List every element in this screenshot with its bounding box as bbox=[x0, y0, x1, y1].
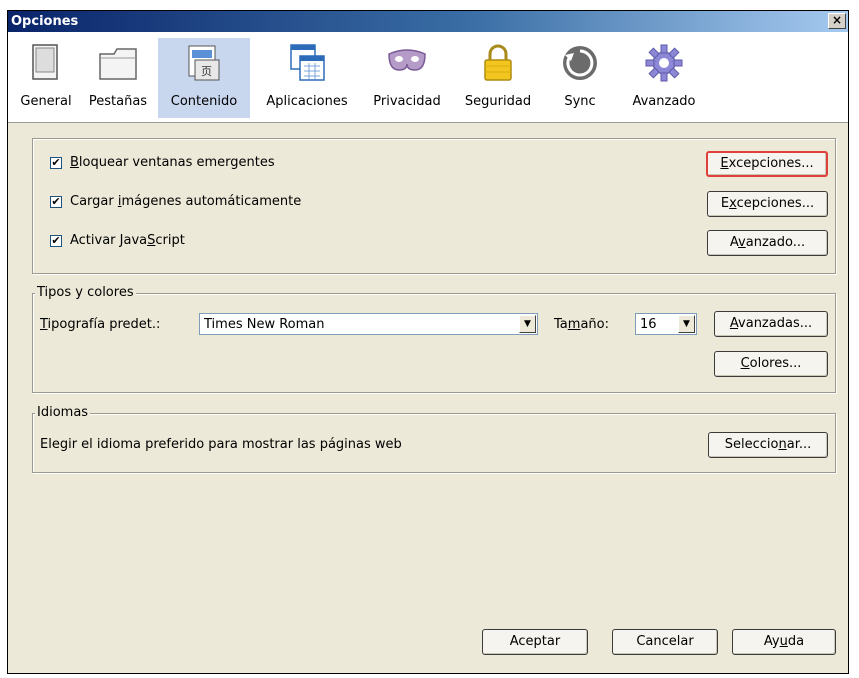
privacy-mask-icon bbox=[388, 49, 426, 71]
javascript-advanced-button[interactable]: Avanzado... bbox=[707, 230, 828, 256]
load-images-checkbox[interactable]: ✔ bbox=[50, 196, 62, 208]
colors-button[interactable]: Colores... bbox=[714, 351, 828, 377]
tab-label: Avanzado bbox=[632, 94, 696, 109]
image-exceptions-button[interactable]: Excepciones... bbox=[707, 191, 828, 217]
block-popups-label: Bloquear ventanas emergentes bbox=[70, 155, 275, 170]
general-icon bbox=[32, 44, 58, 80]
category-toolbar: General Pestañas 页 Contenido Aplicacione… bbox=[8, 32, 848, 123]
padlock-icon bbox=[484, 44, 512, 81]
tab-label: Aplicaciones bbox=[266, 94, 348, 109]
tabs-icon bbox=[99, 48, 137, 80]
tab-content[interactable]: 页 Contenido bbox=[158, 38, 250, 118]
tab-label: Contenido bbox=[170, 94, 238, 109]
window-title: Opciones bbox=[11, 14, 79, 29]
cancel-button[interactable]: Cancelar bbox=[612, 629, 718, 655]
sync-icon bbox=[563, 46, 597, 80]
tab-label: Pestañas bbox=[88, 94, 148, 109]
options-dialog: Opciones × General Pestañas 页 Contenido … bbox=[7, 10, 849, 674]
fonts-colors-group bbox=[32, 293, 836, 393]
default-font-label: Tipografía predet.: bbox=[40, 317, 161, 332]
tab-applications[interactable]: Aplicaciones bbox=[254, 38, 360, 118]
tab-label: Sync bbox=[564, 94, 596, 109]
chevron-down-icon[interactable]: ▼ bbox=[519, 315, 536, 333]
languages-legend: Idiomas bbox=[35, 405, 91, 420]
enable-javascript-label: Activar JavaScript bbox=[70, 233, 185, 248]
tab-sync[interactable]: Sync bbox=[544, 38, 616, 118]
default-font-select[interactable]: Times New Roman ▼ bbox=[199, 313, 538, 335]
svg-text:页: 页 bbox=[201, 65, 212, 78]
chevron-down-icon[interactable]: ▼ bbox=[678, 315, 695, 333]
fonts-colors-legend: Tipos y colores bbox=[35, 285, 136, 300]
enable-javascript-checkbox[interactable]: ✔ bbox=[50, 235, 62, 247]
tab-label: General bbox=[20, 94, 72, 109]
tab-advanced[interactable]: Avanzado bbox=[618, 38, 710, 118]
tab-tabs[interactable]: Pestañas bbox=[80, 38, 156, 118]
tab-label: Privacidad bbox=[373, 94, 441, 109]
close-button[interactable]: × bbox=[828, 13, 846, 29]
block-popups-checkbox[interactable]: ✔ bbox=[50, 157, 62, 169]
help-button[interactable]: Ayuda bbox=[732, 629, 836, 655]
load-images-label: Cargar imágenes automáticamente bbox=[70, 194, 302, 209]
gear-icon bbox=[645, 44, 683, 82]
content-icon: 页 bbox=[188, 45, 220, 81]
font-size-value: 16 bbox=[640, 317, 657, 332]
default-font-value: Times New Roman bbox=[204, 317, 325, 332]
fonts-advanced-button[interactable]: Avanzadas... bbox=[714, 311, 828, 337]
tab-privacy[interactable]: Privacidad bbox=[362, 38, 452, 118]
applications-icon bbox=[290, 44, 325, 81]
ok-button[interactable]: Aceptar bbox=[482, 629, 588, 655]
font-size-select[interactable]: 16 ▼ bbox=[635, 313, 697, 335]
tab-security[interactable]: Seguridad bbox=[454, 38, 542, 118]
popup-exceptions-button[interactable]: Excepciones... bbox=[706, 151, 828, 177]
tab-label: Seguridad bbox=[464, 94, 532, 109]
choose-language-button[interactable]: Seleccionar... bbox=[708, 432, 828, 458]
languages-description: Elegir el idioma preferido para mostrar … bbox=[40, 437, 402, 452]
title-bar[interactable]: Opciones × bbox=[8, 11, 848, 32]
font-size-label: Tamaño: bbox=[554, 317, 609, 332]
tab-general[interactable]: General bbox=[14, 38, 78, 118]
